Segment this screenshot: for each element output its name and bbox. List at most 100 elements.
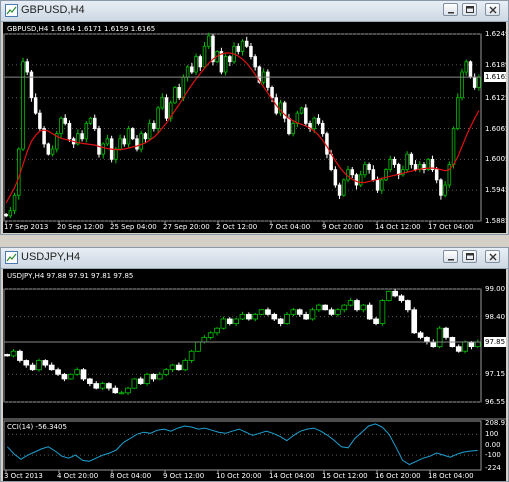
- candle-body: [430, 341, 437, 348]
- candle-body: [226, 318, 233, 324]
- chart-window-usdjpy[interactable]: USDJPY,H4 USDJPY,H4 97.88 97.91 97.81 97…: [0, 247, 509, 482]
- x-tick-label: 18 Oct 04:00: [428, 472, 474, 480]
- cci-tick-label: 100: [485, 430, 499, 439]
- candle-body: [125, 387, 131, 394]
- candle-body: [144, 373, 150, 384]
- cci-line: [7, 423, 478, 466]
- candle-body: [131, 378, 138, 389]
- candle-body: [398, 295, 405, 301]
- x-tick-label: 17 Sep 2013: [4, 223, 49, 231]
- candle-body: [367, 164, 371, 171]
- candle-body: [284, 313, 290, 324]
- candle-body: [55, 369, 61, 375]
- candle-body: [290, 309, 297, 315]
- candle-body: [462, 341, 468, 352]
- candle-body: [384, 169, 388, 181]
- candle-body: [371, 169, 376, 181]
- candle-body: [312, 117, 317, 129]
- candle-body: [303, 313, 309, 320]
- candle-body: [360, 304, 367, 311]
- candle-body: [163, 369, 170, 375]
- candle-body: [4, 354, 11, 357]
- candle-body: [214, 327, 220, 334]
- current-price-label: 1.6165: [484, 72, 506, 83]
- cci-indicator-label: CCI(14) -56.3405: [7, 423, 67, 431]
- candle-body: [23, 360, 30, 366]
- candle-body: [8, 210, 13, 217]
- candle-body: [315, 304, 322, 311]
- candle-body: [80, 133, 84, 140]
- y-tick-label: 99.00: [485, 285, 506, 293]
- candle-body: [126, 128, 131, 145]
- close-button[interactable]: [485, 250, 500, 263]
- current-price-label: 97.85: [484, 337, 506, 348]
- y-tick-label: 1.6005: [485, 155, 506, 164]
- candle-body: [114, 148, 118, 160]
- candle-body: [74, 369, 80, 375]
- close-icon: [489, 253, 497, 261]
- minimize-button[interactable]: [443, 250, 458, 263]
- candle-body: [363, 164, 367, 176]
- candle-body: [291, 122, 295, 135]
- candle-body: [185, 66, 190, 78]
- candle-body: [350, 169, 355, 176]
- candlestick-chart: [3, 32, 482, 224]
- candle-body: [246, 313, 252, 320]
- candle-body: [46, 143, 51, 155]
- candle-body: [240, 40, 245, 52]
- close-button[interactable]: [485, 3, 500, 16]
- candle-body: [405, 300, 411, 311]
- x-tick-label: 14 Oct 04:00: [269, 472, 315, 480]
- candle-body: [354, 300, 360, 311]
- y-tick-label: 96.55: [485, 398, 506, 406]
- plot-frame: [3, 420, 482, 471]
- candle-body: [84, 122, 89, 140]
- candle-body: [472, 76, 477, 88]
- candle-body: [99, 383, 106, 389]
- cci-tick-label: 0.00: [485, 440, 501, 449]
- candle-body: [29, 71, 34, 99]
- candle-body: [266, 71, 270, 88]
- y-tick-label: 1.6189: [485, 60, 506, 69]
- candle-body: [252, 313, 259, 320]
- maximize-button[interactable]: [462, 3, 477, 16]
- candle-body: [253, 56, 257, 68]
- candle-body: [17, 350, 23, 361]
- candle-body: [97, 128, 101, 155]
- candle-body: [239, 313, 246, 320]
- candle-body: [195, 341, 201, 352]
- x-tick-label: 3 Oct 2013: [4, 472, 43, 480]
- price-chart-area[interactable]: GBPUSD,H4 1.6164 1.6171 1.6159 1.6165 1.…: [3, 22, 506, 233]
- candle-body: [112, 387, 119, 394]
- candle-body: [299, 107, 304, 114]
- candle-body: [61, 373, 68, 380]
- chart-window-icon: [5, 4, 18, 17]
- candle-body: [434, 169, 439, 181]
- candle-body: [190, 66, 194, 73]
- x-tick-label: 2 Oct 12:00: [216, 223, 258, 231]
- window-titlebar[interactable]: USDJPY,H4: [1, 248, 508, 269]
- candle-body: [188, 350, 195, 361]
- price-chart-area[interactable]: USDJPY,H4 97.88 97.91 97.81 97.85 99.00 9…: [3, 269, 506, 481]
- candle-body: [177, 87, 181, 99]
- window-titlebar[interactable]: GBPUSD,H4: [1, 1, 508, 22]
- candle-body: [436, 327, 443, 348]
- x-tick-label: 15 Oct 12:00: [322, 472, 368, 480]
- candle-body: [50, 148, 55, 155]
- maximize-button[interactable]: [462, 250, 477, 263]
- candle-body: [341, 304, 348, 311]
- candlestick-chart: [3, 288, 506, 473]
- candle-body: [38, 112, 42, 129]
- y-tick-label: 1.6249: [485, 30, 506, 38]
- candle-body: [443, 184, 447, 196]
- minimize-button[interactable]: [443, 3, 458, 16]
- x-tick-label: 8 Oct 04:00: [110, 472, 152, 480]
- candle-body: [173, 87, 177, 104]
- candle-body: [354, 174, 359, 186]
- maximize-icon: [466, 6, 474, 13]
- chart-window-gbpusd[interactable]: GBPUSD,H4 GBPUSD,H4 1.6164 1.6171 1.6159…: [0, 0, 509, 235]
- cci-tick-label: -224: [485, 464, 501, 472]
- x-tick-label: 14 Oct 12:00: [375, 223, 421, 231]
- candle-body: [464, 61, 468, 73]
- candle-body: [101, 143, 105, 155]
